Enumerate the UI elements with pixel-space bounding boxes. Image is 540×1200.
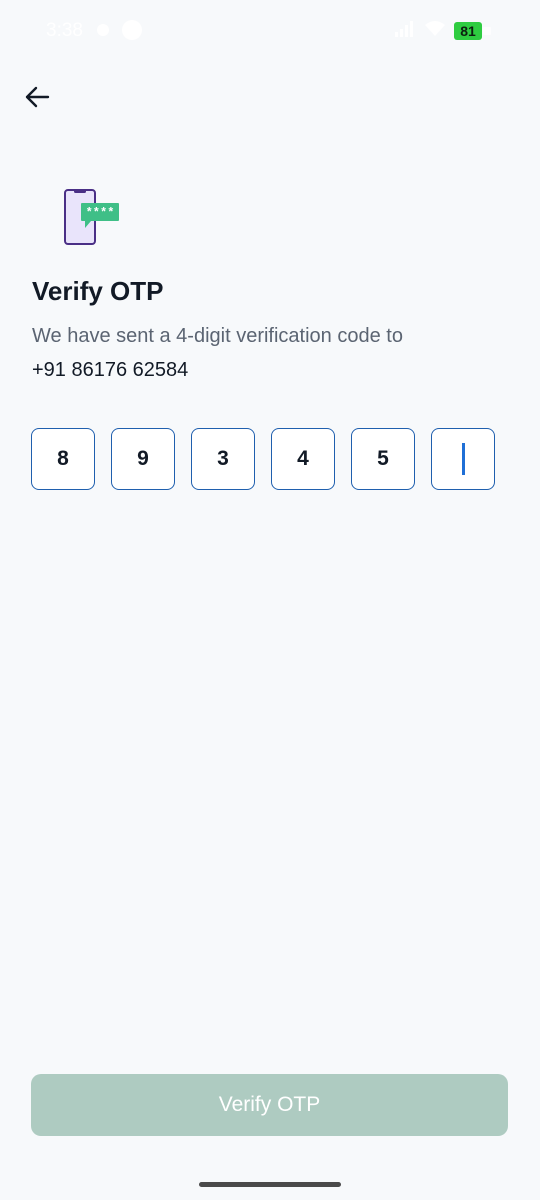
back-button[interactable] [18, 78, 56, 116]
status-bar: 3:38 81 [0, 0, 540, 62]
circle-icon [122, 20, 142, 40]
battery-tip [483, 27, 491, 35]
otp-mask-text: **** [86, 206, 115, 220]
battery-icon: 81 [454, 22, 482, 40]
verify-otp-button[interactable]: Verify OTP [31, 1074, 508, 1136]
otp-digit-3[interactable]: 3 [191, 428, 255, 490]
otp-digit-4[interactable]: 4 [271, 428, 335, 490]
otp-input-row: 8 9 3 4 5 [31, 428, 495, 490]
arrow-left-icon [25, 86, 50, 108]
otp-digit-5[interactable]: 5 [351, 428, 415, 490]
verification-subtitle: We have sent a 4-digit verification code… [32, 325, 403, 347]
text-caret [461, 443, 465, 475]
wifi-icon [425, 21, 445, 36]
notification-dot-icon [97, 24, 109, 36]
signal-icon [395, 21, 413, 37]
otp-digit-1[interactable]: 8 [31, 428, 95, 490]
home-indicator[interactable] [199, 1182, 341, 1187]
phone-otp-message-icon: **** [64, 189, 119, 245]
otp-digit-6[interactable] [431, 428, 495, 490]
otp-digit-2[interactable]: 9 [111, 428, 175, 490]
page-title: Verify OTP [32, 276, 164, 306]
phone-number: +91 86176 62584 [32, 359, 189, 381]
status-time: 3:38 [46, 20, 83, 41]
